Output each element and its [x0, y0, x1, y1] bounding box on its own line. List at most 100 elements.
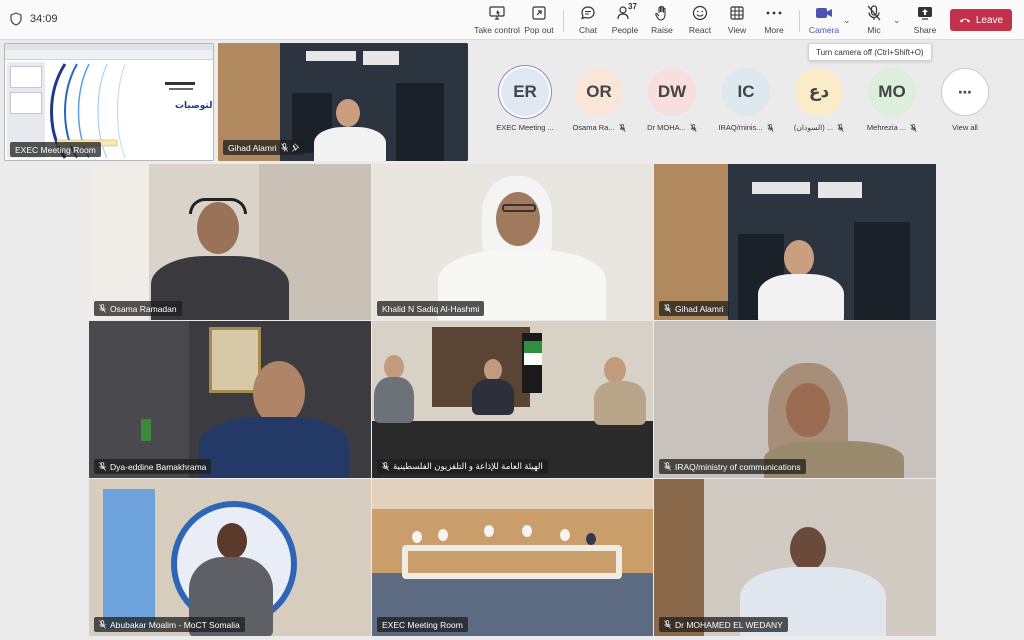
- tile-name-text: Abubakar Moalim - MoCT Somalia: [110, 619, 240, 630]
- people-label: People: [611, 25, 639, 35]
- video-tile-palestine[interactable]: الهيئة العامة للإذاعة و التلفزيون الفلسط…: [372, 321, 653, 478]
- flag-green: [524, 341, 542, 353]
- somalia-flag: [103, 489, 155, 629]
- avatar-name: IRAQ/minis...: [718, 123, 774, 132]
- mic-button[interactable]: Mic: [851, 4, 897, 38]
- take-control-label: Take control: [474, 25, 520, 35]
- cabinet: [396, 83, 444, 161]
- shared-screen-tile[interactable]: التوصيات EXEC Meeting Room: [4, 43, 214, 161]
- pin-icon: [291, 143, 299, 152]
- shelf-books: [306, 51, 356, 61]
- shelf-books: [818, 182, 862, 198]
- person-head: [484, 525, 494, 537]
- avatar-name: (السودان) ...: [794, 123, 844, 132]
- shelf-books: [752, 182, 810, 194]
- shared-window-toolbar: [5, 50, 213, 60]
- pop-out-button[interactable]: Pop out: [516, 4, 562, 38]
- strip-gihad-label: Gihad Alamri: [223, 140, 304, 155]
- video-tile-dr-mohamed[interactable]: Dr MOHAMED EL WEDANY: [654, 479, 936, 636]
- avatar: DW: [648, 68, 696, 116]
- view-all-button[interactable]: ⋯ View all: [935, 68, 995, 132]
- share-icon: [916, 4, 934, 22]
- person-body: [594, 381, 646, 425]
- tile-name-dya: Dya-eddine Bamakhrama: [94, 459, 212, 474]
- toolbar-divider: [563, 10, 564, 32]
- video-tile-gihad[interactable]: Gihad Alamri: [654, 164, 936, 320]
- person-head: [336, 99, 360, 127]
- mic-off-icon: [690, 123, 697, 132]
- toolbar-divider: [799, 10, 800, 32]
- tile-name-text: Khalid N Sadiq Al-Hashmi: [382, 303, 480, 314]
- hand-icon: [653, 4, 671, 22]
- person-body: [314, 127, 386, 161]
- participant-avatar-sudan[interactable]: دع (السودان) ...: [789, 68, 849, 132]
- video-tile-abubakar[interactable]: Abubakar Moalim - MoCT Somalia: [89, 479, 371, 636]
- person-head: [484, 359, 502, 381]
- more-button[interactable]: More: [751, 4, 797, 38]
- camera-options-chevron-icon[interactable]: ⌄: [843, 15, 851, 26]
- video-tile-exec-room[interactable]: EXEC Meeting Room: [372, 479, 653, 636]
- camera-button[interactable]: Camera: [801, 4, 847, 38]
- pop-out-label: Pop out: [524, 25, 554, 35]
- person-head: [604, 357, 626, 383]
- participant-avatar-mehrezia[interactable]: MO Mehrezia ...: [862, 68, 922, 132]
- mic-label: Mic: [867, 25, 881, 35]
- mic-off-icon: [618, 123, 626, 132]
- tile-name-khalid: Khalid N Sadiq Al-Hashmi: [377, 301, 485, 316]
- leave-button[interactable]: Leave: [950, 9, 1012, 31]
- tile-name-text: Osama Ramadan: [110, 303, 177, 314]
- person-head: [522, 525, 532, 537]
- more-icon: ⋯: [941, 68, 989, 116]
- video-tile-osama[interactable]: Osama Ramadan: [89, 164, 371, 320]
- tile-name-text: الهيئة العامة للإذاعة و التلفزيون الفلسط…: [393, 461, 543, 471]
- share-button[interactable]: Share: [902, 4, 948, 38]
- person-head: [253, 361, 305, 425]
- participant-avatar-osama[interactable]: OR Osama Ra...: [569, 68, 629, 132]
- window-light: [89, 164, 149, 320]
- video-tile-dya[interactable]: Dya-eddine Bamakhrama: [89, 321, 371, 478]
- video-tile-khalid[interactable]: Khalid N Sadiq Al-Hashmi: [372, 164, 653, 320]
- wood-wall: [654, 164, 728, 320]
- shared-screen-name: EXEC Meeting Room: [15, 144, 96, 155]
- person-head: [560, 529, 570, 541]
- mic-off-icon: [99, 620, 106, 629]
- view-all-label: View all: [952, 123, 978, 132]
- smiley-icon: [691, 4, 709, 22]
- avatar-name: Mehrezia ...: [867, 123, 917, 132]
- camera-tooltip: Turn camera off (Ctrl+Shift+O): [808, 43, 932, 61]
- participant-avatar-dr-mohamed[interactable]: DW Dr MOHA...: [642, 68, 702, 132]
- avatar: MO: [868, 68, 916, 116]
- camera-label: Camera: [808, 25, 840, 35]
- participant-avatar-exec[interactable]: ER EXEC Meeting ...: [495, 68, 555, 132]
- avatar-name: Osama Ra...: [572, 123, 626, 132]
- avatar-name: EXEC Meeting ...: [496, 123, 554, 132]
- mic-off-icon: [837, 123, 844, 132]
- people-icon: 37: [616, 2, 637, 22]
- conference-table: [402, 545, 622, 579]
- tile-name-dr-mohamed: Dr MOHAMED EL WEDANY: [659, 617, 788, 632]
- participant-avatar-iraq[interactable]: IC IRAQ/minis...: [716, 68, 776, 132]
- tile-name-text: Gihad Alamri: [675, 303, 724, 314]
- chat-label: Chat: [579, 25, 597, 35]
- tile-name-exec-room: EXEC Meeting Room: [377, 617, 468, 632]
- mic-off-icon: [910, 123, 917, 132]
- slide-thumbnail: [10, 66, 42, 88]
- raise-label: Raise: [651, 25, 673, 35]
- avatar: OR: [575, 68, 623, 116]
- take-control-button[interactable]: Take control: [474, 4, 520, 38]
- mic-options-chevron-icon[interactable]: ⌄: [893, 15, 901, 26]
- tile-name-osama: Osama Ramadan: [94, 301, 182, 316]
- person-head: [384, 355, 404, 379]
- headphones: [189, 198, 247, 214]
- person-head: [496, 192, 540, 246]
- mic-off-icon: [280, 143, 288, 152]
- more-icon: [765, 4, 783, 22]
- desk-flag: [141, 419, 151, 441]
- meeting-toolbar: 34:09 Take control Pop out Chat 37 Peopl…: [0, 0, 1024, 40]
- mic-off-icon: [865, 4, 883, 22]
- video-tile-iraq[interactable]: IRAQ/ministry of communications: [654, 321, 936, 478]
- strip-video-tile-gihad[interactable]: Gihad Alamri: [218, 43, 468, 161]
- mic-off-icon: [664, 620, 671, 629]
- person-head: [438, 529, 448, 541]
- tile-name-text: Dya-eddine Bamakhrama: [110, 461, 207, 472]
